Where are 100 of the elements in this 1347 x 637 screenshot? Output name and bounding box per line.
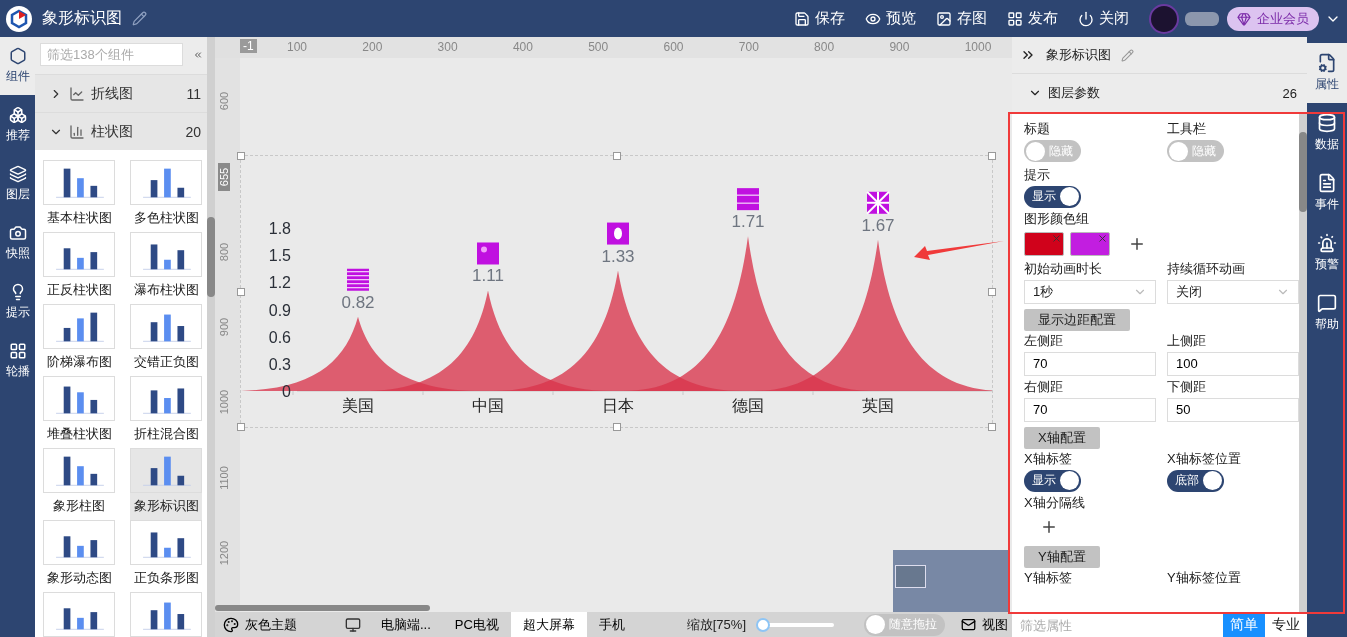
resize-handle[interactable] xyxy=(237,152,245,160)
view-button[interactable]: 视图 xyxy=(945,615,1012,634)
rail-tab[interactable]: 预警 xyxy=(1307,223,1347,283)
minimap-viewport[interactable] xyxy=(895,565,926,588)
component-item[interactable]: 象形动态图 xyxy=(43,520,115,592)
device-tab[interactable]: 电脑端... xyxy=(369,612,443,637)
member-badge[interactable]: 企业会员 xyxy=(1227,6,1319,31)
field-label: 左侧距 xyxy=(1024,331,1063,350)
number-field[interactable]: 70 xyxy=(1024,351,1156,376)
logo-icon xyxy=(6,5,32,32)
rail-tab[interactable]: 事件 xyxy=(1307,163,1347,223)
field-label: 右侧距 xyxy=(1024,377,1063,396)
category-row[interactable]: 柱状图 20 xyxy=(35,112,207,150)
rail-icon xyxy=(8,47,27,65)
rail-tab[interactable]: 推荐 xyxy=(0,95,35,154)
resize-handle[interactable] xyxy=(612,152,621,160)
ruler-corner xyxy=(215,37,240,58)
filter-field[interactable]: 筛选属性 xyxy=(1012,612,1223,637)
field-label: 图形颜色组 xyxy=(1024,209,1089,228)
number-field[interactable]: 100 xyxy=(1167,351,1299,376)
rail-icon xyxy=(1317,233,1337,253)
slider-thumb[interactable] xyxy=(755,617,770,632)
resize-handle[interactable] xyxy=(612,423,621,431)
toolbar-button[interactable]: 保存 xyxy=(794,9,845,28)
config-button[interactable]: X轴配置 xyxy=(1024,426,1100,449)
color-swatch[interactable] xyxy=(1024,231,1064,256)
component-item[interactable]: 交错正负图 xyxy=(130,304,202,376)
value-label: 0.82 xyxy=(341,292,375,312)
component-item[interactable]: 正负条形图 xyxy=(130,520,202,592)
resize-handle[interactable] xyxy=(988,423,996,431)
zoom-label: 缩放[75%] xyxy=(686,615,746,634)
color-swatch[interactable] xyxy=(1070,231,1110,256)
rail-tab[interactable]: 组件 xyxy=(0,37,35,95)
resize-handle[interactable] xyxy=(237,423,245,431)
component-item[interactable]: 折柱混合图 xyxy=(130,376,202,448)
chart-thumbnail xyxy=(130,520,202,565)
config-button[interactable]: Y轴配置 xyxy=(1024,545,1100,568)
component-item[interactable]: 堆叠柱状图 xyxy=(43,376,115,448)
chart-thumbnail xyxy=(130,376,202,421)
component-item[interactable]: 多色柱状图 xyxy=(130,160,202,232)
component-item[interactable]: 基本柱状图 xyxy=(43,160,115,232)
component-item[interactable]: 瀑布柱状图 xyxy=(130,232,202,304)
envelope-icon xyxy=(961,617,976,632)
chart-thumbnail xyxy=(43,232,115,277)
rail-icon xyxy=(1317,173,1337,193)
rail-tab[interactable]: 图层 xyxy=(0,154,35,213)
value-label: 1.33 xyxy=(601,246,635,266)
toolbar-button[interactable]: 存图 xyxy=(936,9,987,28)
y-tick-label: 1.5 xyxy=(268,247,291,265)
component-item[interactable]: 正反柱状图 xyxy=(43,232,115,304)
edit-icon[interactable] xyxy=(132,11,147,26)
component-item[interactable]: 象形标识图 xyxy=(130,448,202,520)
mode-tab[interactable]: 专业 xyxy=(1265,612,1307,637)
device-tab[interactable]: PC电视 xyxy=(442,612,511,637)
number-field[interactable]: 50 xyxy=(1167,397,1299,422)
component-item[interactable]: 象形柱图 xyxy=(43,448,115,520)
close-icon xyxy=(1078,10,1094,27)
flag-icon xyxy=(607,222,629,245)
rail-tab[interactable]: 快照 xyxy=(0,213,35,272)
palette-icon xyxy=(223,616,239,633)
toggle-switch[interactable]: 显示 xyxy=(1024,185,1081,208)
dropdown-select[interactable]: 1秒 xyxy=(1024,279,1156,304)
close-icon[interactable] xyxy=(1051,232,1062,244)
rail-tab[interactable]: 属性 xyxy=(1307,43,1347,103)
y-tick-label: 0.3 xyxy=(268,355,291,373)
config-button[interactable]: 显示边距配置 xyxy=(1024,308,1130,331)
device-tab[interactable]: 超大屏幕 xyxy=(510,612,587,637)
resize-handle[interactable] xyxy=(237,287,245,296)
component-item[interactable]: 阶梯瀑布图 xyxy=(43,304,115,376)
rail-tab[interactable]: 提示 xyxy=(0,272,35,331)
chart-thumbnail xyxy=(43,520,115,565)
blurred-name-block xyxy=(1185,11,1219,26)
toolbar-button[interactable]: 关闭 xyxy=(1078,9,1129,28)
dropdown-select[interactable]: 关闭 xyxy=(1167,279,1299,304)
scrollbar-thumb[interactable] xyxy=(215,605,430,611)
rail-tab[interactable]: 帮助 xyxy=(1307,283,1347,343)
rail-tab[interactable]: 轮播 xyxy=(0,331,35,390)
toolbar-button[interactable]: 发布 xyxy=(1007,9,1058,28)
toggle-switch[interactable]: 显示 xyxy=(1024,469,1081,492)
search-field[interactable]: 筛选138个组件 xyxy=(40,43,183,66)
avatar[interactable] xyxy=(1149,3,1179,34)
y-tick-label: 0.9 xyxy=(268,301,291,319)
theme-button[interactable]: 灰色主题 xyxy=(215,615,305,634)
value-label: 1.71 xyxy=(731,212,765,232)
y-tick-label: 1.2 xyxy=(268,274,291,292)
category-label: 中国 xyxy=(472,397,504,414)
toolbar-button[interactable]: 预览 xyxy=(865,9,916,28)
rail-tab[interactable]: 数据 xyxy=(1307,103,1347,163)
scrollbar-thumb[interactable] xyxy=(1299,132,1307,212)
resize-handle[interactable] xyxy=(988,152,996,160)
category-label: 德国 xyxy=(732,397,764,414)
device-tab[interactable]: 手机 xyxy=(586,612,637,637)
scrollbar-thumb[interactable] xyxy=(207,217,215,297)
field-label: Y轴标签 xyxy=(1024,568,1072,587)
category-row[interactable]: 折线图 11 xyxy=(35,74,207,112)
toggle-switch[interactable]: 底部 xyxy=(1167,469,1224,492)
close-icon[interactable] xyxy=(1097,232,1108,244)
edit-icon[interactable] xyxy=(1121,48,1134,62)
resize-handle[interactable] xyxy=(988,287,996,296)
number-field[interactable]: 70 xyxy=(1024,397,1156,422)
